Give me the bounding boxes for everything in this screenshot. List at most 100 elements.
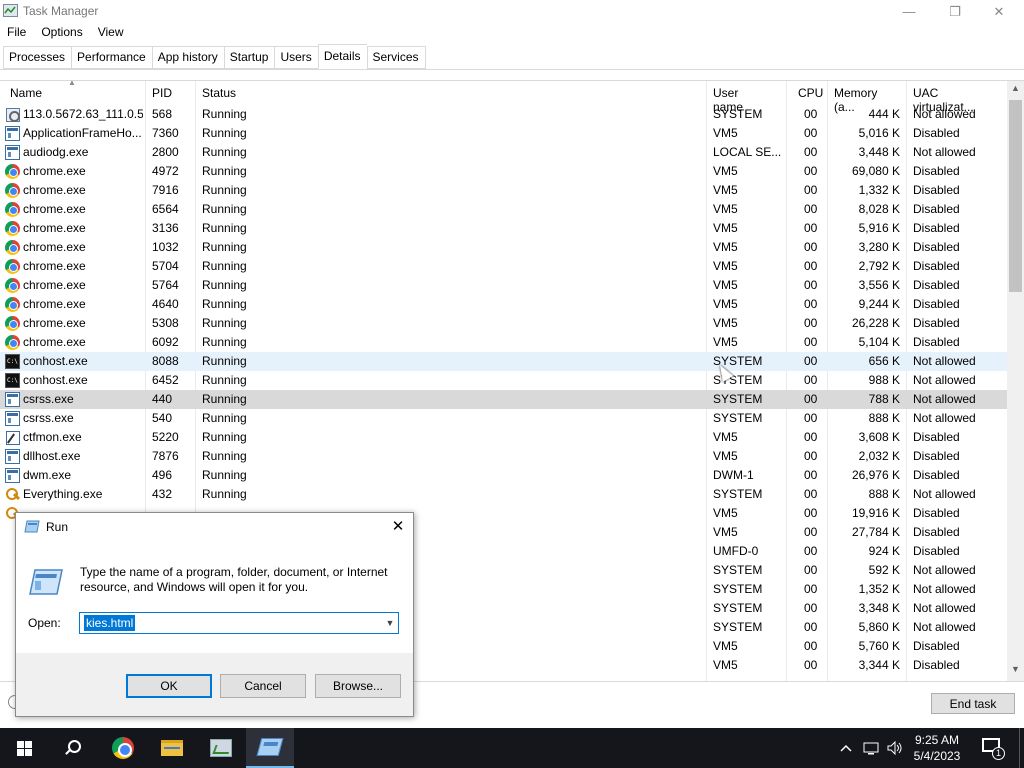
process-uac: Disabled	[913, 278, 960, 292]
vertical-scrollbar[interactable]: ▲ ▼	[1007, 81, 1024, 681]
column-header-cpu[interactable]: CPU	[798, 86, 823, 100]
ok-button[interactable]: OK	[126, 674, 212, 698]
table-row[interactable]: chrome.exe 6092 Running VM5 00 5,104 K Disable…	[0, 333, 1007, 352]
browse-button[interactable]: Browse...	[315, 674, 401, 698]
taskbar-run[interactable]	[246, 728, 294, 768]
scroll-thumb[interactable]	[1009, 100, 1022, 292]
menu-file[interactable]: File	[0, 23, 34, 43]
run-close-icon[interactable]: ✕	[386, 516, 410, 538]
process-memory: 8,028 K	[858, 202, 900, 216]
tray-overflow-icon[interactable]	[836, 728, 856, 768]
table-row[interactable]: chrome.exe 3136 Running VM5 00 5,916 K Disable…	[0, 219, 1007, 238]
process-cpu: 00	[804, 183, 818, 197]
process-status: Running	[202, 202, 247, 216]
menu-view[interactable]: View	[91, 23, 132, 43]
run-description: Type the name of a program, folder, docu…	[80, 565, 388, 594]
table-row[interactable]: 113.0.5672.63_111.0.5... 568 Running SYSTEM…	[0, 105, 1007, 124]
process-uac: Disabled	[913, 126, 960, 140]
table-row[interactable]: C:\ conhost.exe 8088 Running SYSTEM 00 656 K No…	[0, 352, 1007, 371]
scroll-down-icon[interactable]: ▼	[1007, 664, 1024, 681]
show-desktop-button[interactable]	[1019, 728, 1024, 768]
system-clock[interactable]: 9:25 AM 5/4/2023	[902, 732, 972, 764]
table-row[interactable]: chrome.exe 5764 Running VM5 00 3,556 K Disable…	[0, 276, 1007, 295]
tab-details[interactable]: Details	[317, 44, 367, 69]
table-row[interactable]: chrome.exe 4972 Running VM5 00 69,080 K Disabl…	[0, 162, 1007, 181]
tab-processes[interactable]: Processes	[3, 46, 72, 69]
open-combobox[interactable]: kies.html ▼	[79, 612, 399, 634]
run-title-bar[interactable]: Run ✕	[16, 513, 413, 541]
run-dialog: Run ✕ Type the name of a program, folder…	[15, 512, 414, 717]
process-name: chrome.exe	[23, 259, 86, 273]
close-button[interactable]: ✕	[976, 0, 1022, 23]
table-row[interactable]: Everything.exe 432 Running SYSTEM 00 888 K Not…	[0, 485, 1007, 504]
end-task-button[interactable]: End task	[931, 693, 1015, 714]
table-row[interactable]: chrome.exe 7916 Running VM5 00 1,332 K Disable…	[0, 181, 1007, 200]
chrome-icon	[5, 335, 20, 350]
table-row[interactable]: csrss.exe 440 Running SYSTEM 00 788 K Not allo…	[0, 390, 1007, 409]
task-manager-icon	[3, 4, 18, 17]
title-bar[interactable]: Task Manager — ❐ ✕	[0, 0, 1024, 23]
process-memory: 924 K	[868, 544, 900, 558]
search-button[interactable]	[48, 728, 96, 768]
search-icon	[64, 740, 81, 756]
table-row[interactable]: chrome.exe 6564 Running VM5 00 8,028 K Disable…	[0, 200, 1007, 219]
taskbar-chrome[interactable]	[99, 728, 147, 768]
table-row[interactable]: csrss.exe 540 Running SYSTEM 00 888 K Not allo…	[0, 409, 1007, 428]
process-memory: 2,032 K	[858, 449, 900, 463]
process-icon-cell	[5, 126, 20, 141]
process-status: Running	[202, 221, 247, 235]
process-pid: 2800	[152, 145, 179, 159]
table-row[interactable]: chrome.exe 1032 Running VM5 00 3,280 K Disable…	[0, 238, 1007, 257]
table-row[interactable]: ctfmon.exe 5220 Running VM5 00 3,608 K Disable…	[0, 428, 1007, 447]
process-uac: Disabled	[913, 468, 960, 482]
process-status: Running	[202, 392, 247, 406]
process-icon-cell: C:\	[5, 373, 20, 388]
process-memory: 1,332 K	[858, 183, 900, 197]
process-cpu: 00	[804, 658, 818, 672]
process-icon-cell	[5, 259, 20, 274]
process-uac: Disabled	[913, 259, 960, 273]
tab-startup[interactable]: Startup	[223, 46, 275, 69]
process-icon-cell	[5, 221, 20, 236]
process-user: SYSTEM	[713, 620, 763, 634]
chevron-down-icon[interactable]: ▼	[382, 614, 398, 632]
tab-users[interactable]: Users	[274, 46, 318, 69]
process-pid: 7360	[152, 126, 179, 140]
tab-services[interactable]: Services	[366, 46, 426, 69]
table-row[interactable]: dllhost.exe 7876 Running VM5 00 2,032 K Disabl…	[0, 447, 1007, 466]
chrome-icon	[112, 737, 134, 759]
tab-performance[interactable]: Performance	[71, 46, 152, 69]
open-input[interactable]: kies.html	[84, 615, 136, 631]
maximize-button[interactable]: ❐	[932, 0, 978, 23]
process-pid: 7876	[152, 449, 179, 463]
run-body: Type the name of a program, folder, docu…	[16, 541, 413, 653]
process-name: chrome.exe	[23, 316, 86, 330]
menu-options[interactable]: Options	[34, 23, 90, 43]
minimize-button[interactable]: —	[886, 0, 932, 23]
process-uac: Disabled	[913, 449, 960, 463]
table-row[interactable]: dwm.exe 496 Running DWM-1 00 26,976 K Disabled	[0, 466, 1007, 485]
panel-divider	[0, 80, 1024, 81]
column-header-name[interactable]: Name	[10, 86, 42, 100]
process-cpu: 00	[804, 449, 818, 463]
tab-app-history[interactable]: App history	[151, 46, 224, 69]
process-pid: 4972	[152, 164, 179, 178]
tab-divider	[0, 69, 1024, 70]
start-button[interactable]	[0, 728, 48, 768]
table-row[interactable]: ApplicationFrameHo... 7360 Running VM5 00 5,0…	[0, 124, 1007, 143]
action-center-button[interactable]: 1	[980, 736, 1005, 760]
table-row[interactable]: chrome.exe 5308 Running VM5 00 26,228 K Disabl…	[0, 314, 1007, 333]
table-row[interactable]: C:\ conhost.exe 6452 Running SYSTEM 00 988 K No…	[0, 371, 1007, 390]
table-row[interactable]: audiodg.exe 2800 Running LOCAL SE... 00 3,448…	[0, 143, 1007, 162]
cancel-button[interactable]: Cancel	[220, 674, 306, 698]
column-header-status[interactable]: Status	[202, 86, 236, 100]
process-memory: 5,760 K	[858, 639, 900, 653]
scroll-up-icon[interactable]: ▲	[1007, 83, 1024, 100]
taskbar-file-explorer[interactable]	[148, 728, 196, 768]
column-header-pid[interactable]: PID	[152, 86, 172, 100]
table-row[interactable]: chrome.exe 4640 Running VM5 00 9,244 K Disable…	[0, 295, 1007, 314]
taskbar-task-manager[interactable]	[197, 728, 245, 768]
network-icon[interactable]	[860, 728, 882, 768]
task-manager-icon	[210, 739, 232, 757]
table-row[interactable]: chrome.exe 5704 Running VM5 00 2,792 K Disable…	[0, 257, 1007, 276]
